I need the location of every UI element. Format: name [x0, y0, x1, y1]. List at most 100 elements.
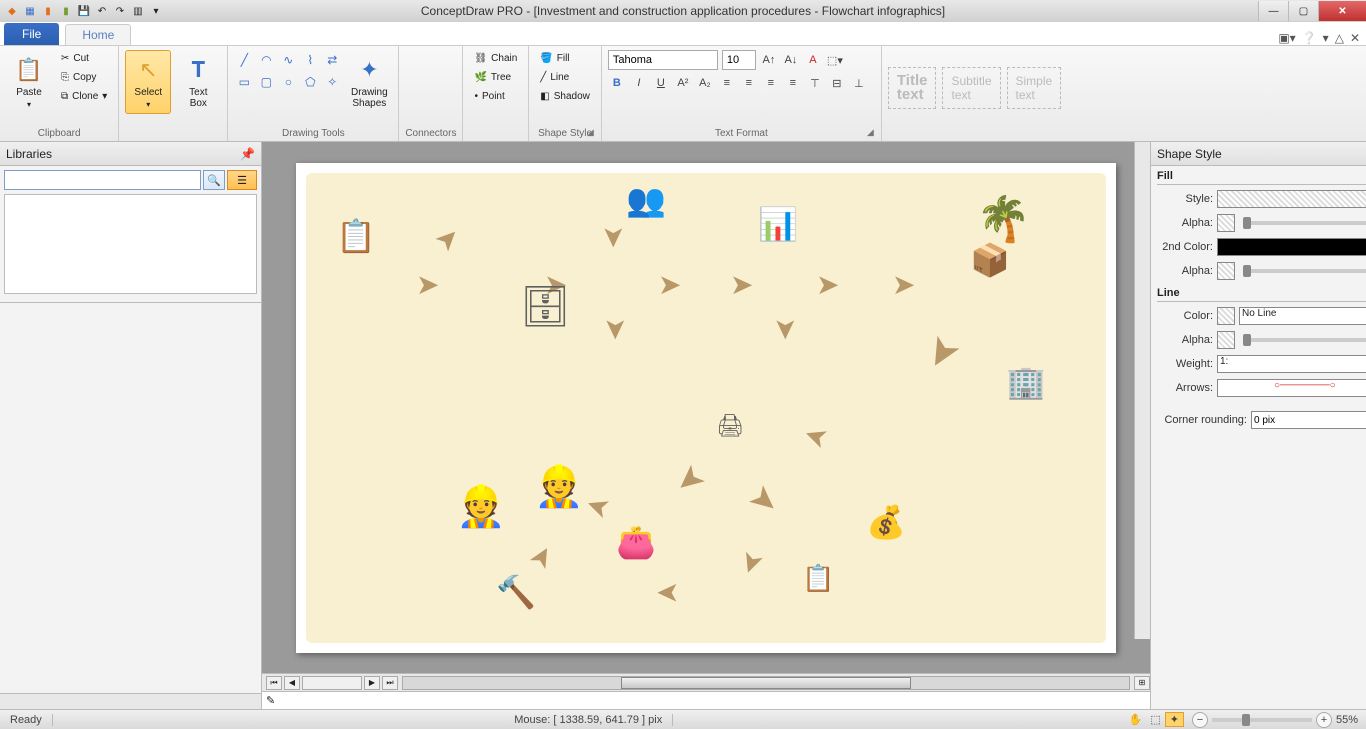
- alpha-swatch[interactable]: [1217, 262, 1235, 280]
- qat-save-icon[interactable]: 💾: [76, 3, 92, 19]
- tab-current[interactable]: [302, 676, 362, 690]
- line-color-dropdown[interactable]: No Line: [1239, 307, 1366, 325]
- drawing-shapes-button[interactable]: ✦ Drawing Shapes: [346, 50, 392, 114]
- title-preset[interactable]: Title text: [888, 67, 937, 109]
- italic-icon[interactable]: I: [630, 74, 648, 92]
- polygon-tool-icon[interactable]: ⬠: [300, 72, 320, 92]
- pin-icon[interactable]: 📌: [240, 147, 255, 161]
- corner-rounding-input[interactable]: [1251, 411, 1366, 429]
- simple-preset[interactable]: Simple text: [1007, 67, 1062, 109]
- child-close-icon[interactable]: ✕: [1350, 31, 1360, 45]
- align-left-icon[interactable]: ≡: [718, 74, 736, 92]
- valign-mid-icon[interactable]: ⊟: [828, 74, 846, 92]
- eyedropper-icon[interactable]: ✎: [266, 694, 275, 707]
- arc-tool-icon[interactable]: ◠: [256, 50, 276, 70]
- valign-bot-icon[interactable]: ⊥: [850, 74, 868, 92]
- textbox-button[interactable]: 𝐓 Text Box: [175, 50, 221, 114]
- tree-button[interactable]: 🌿Tree: [469, 69, 522, 86]
- superscript-icon[interactable]: A²: [674, 74, 692, 92]
- font-color-icon[interactable]: A: [804, 51, 822, 69]
- dialog-launcher-icon[interactable]: ◢: [587, 127, 599, 139]
- library-tree[interactable]: [4, 194, 257, 294]
- qat-icon[interactable]: ▥: [130, 3, 146, 19]
- font-size-input[interactable]: [722, 50, 756, 70]
- decrease-font-icon[interactable]: A↓: [782, 51, 800, 69]
- subscript-icon[interactable]: A₂: [696, 74, 714, 92]
- align-right-icon[interactable]: ≡: [762, 74, 780, 92]
- tab-last-button[interactable]: ⏭: [382, 676, 398, 690]
- align-center-icon[interactable]: ≡: [740, 74, 758, 92]
- cut-button[interactable]: ✂Cut: [56, 50, 112, 67]
- alpha2-slider[interactable]: [1243, 269, 1366, 273]
- alpha-slider[interactable]: [1243, 221, 1366, 225]
- qat-dropdown-icon[interactable]: ▾: [148, 3, 164, 19]
- arrows-dropdown[interactable]: ○───────○: [1217, 379, 1366, 397]
- library-view-toggle[interactable]: ☰: [227, 170, 257, 190]
- canvas-hscrollbar[interactable]: [402, 676, 1130, 690]
- zoom-out-button[interactable]: −: [1192, 712, 1208, 728]
- subtitle-preset[interactable]: Subtitle text: [942, 67, 1000, 109]
- weight-dropdown[interactable]: 1:: [1217, 355, 1366, 373]
- valign-top-icon[interactable]: ⊤: [806, 74, 824, 92]
- canvas-viewport[interactable]: ➤ ➤ ➤ ➤ ➤ ➤ ➤ ➤ ➤ ➤ ➤ ➤ ➤ ➤ ➤ ➤ ➤: [262, 142, 1150, 673]
- copy-button[interactable]: ⎘Copy: [56, 69, 112, 86]
- selection-tool-icon[interactable]: ⬚: [1146, 713, 1164, 726]
- snap-toggle[interactable]: ✦: [1165, 712, 1184, 727]
- point-button[interactable]: •Point: [469, 88, 522, 105]
- line-color-swatch[interactable]: [1217, 307, 1235, 325]
- dialog-launcher-icon[interactable]: ◢: [867, 127, 879, 139]
- search-button[interactable]: 🔍: [203, 170, 225, 190]
- clone-button[interactable]: ⧉Clone ▾: [56, 88, 112, 105]
- alpha-swatch[interactable]: [1217, 331, 1235, 349]
- file-menu[interactable]: File: [4, 23, 59, 45]
- line-button[interactable]: ╱Line: [535, 69, 595, 86]
- zoom-slider[interactable]: [1212, 718, 1312, 722]
- qat-icon[interactable]: ◆: [4, 3, 20, 19]
- bezier-tool-icon[interactable]: ⌇: [300, 50, 320, 70]
- underline-icon[interactable]: U: [652, 74, 670, 92]
- bold-icon[interactable]: B: [608, 74, 626, 92]
- highlight-icon[interactable]: ⬚▾: [826, 51, 844, 69]
- tab-next-button[interactable]: ▶: [364, 676, 380, 690]
- connector-tool-icon[interactable]: ⇄: [322, 50, 342, 70]
- close-button[interactable]: ✕: [1318, 1, 1366, 21]
- pan-tool-icon[interactable]: ✋: [1125, 713, 1147, 726]
- collapse-ribbon-icon[interactable]: △: [1335, 31, 1344, 45]
- shadow-button[interactable]: ◧Shadow: [535, 88, 595, 105]
- select-button[interactable]: ↖ Select ▾: [125, 50, 171, 114]
- font-name-input[interactable]: [608, 50, 718, 70]
- chain-button[interactable]: ⛓Chain: [469, 50, 522, 67]
- roundrect-tool-icon[interactable]: ▢: [256, 72, 276, 92]
- zoom-in-button[interactable]: +: [1316, 712, 1332, 728]
- increase-font-icon[interactable]: A↑: [760, 51, 778, 69]
- maximize-button[interactable]: ▢: [1288, 1, 1318, 21]
- split-button[interactable]: ⊞: [1134, 676, 1150, 690]
- line-tool-icon[interactable]: ╱: [234, 50, 254, 70]
- document-page[interactable]: ➤ ➤ ➤ ➤ ➤ ➤ ➤ ➤ ➤ ➤ ➤ ➤ ➤ ➤ ➤ ➤ ➤: [296, 163, 1116, 653]
- qat-icon[interactable]: ▦: [22, 3, 38, 19]
- qat-redo-icon[interactable]: ↷: [112, 3, 128, 19]
- help-icon[interactable]: ❔: [1302, 31, 1317, 45]
- fill-style-dropdown[interactable]: [1217, 190, 1366, 208]
- fill-button[interactable]: 🪣Fill: [535, 50, 595, 67]
- star-tool-icon[interactable]: ✧: [322, 72, 342, 92]
- paste-button[interactable]: 📋 Paste ▾: [6, 50, 52, 114]
- qat-undo-icon[interactable]: ↶: [94, 3, 110, 19]
- align-justify-icon[interactable]: ≡: [784, 74, 802, 92]
- tab-home[interactable]: Home: [65, 24, 131, 45]
- qat-icon[interactable]: ▮: [40, 3, 56, 19]
- alpha3-slider[interactable]: [1243, 338, 1366, 342]
- library-search-input[interactable]: [4, 170, 201, 190]
- options-icon[interactable]: ▾: [1323, 31, 1329, 45]
- ellipse-tool-icon[interactable]: ○: [278, 72, 298, 92]
- minimize-button[interactable]: —: [1258, 1, 1288, 21]
- rect-tool-icon[interactable]: ▭: [234, 72, 254, 92]
- left-scrollbar[interactable]: [0, 693, 261, 709]
- window-restore-icon[interactable]: ▣▾: [1278, 31, 1295, 45]
- tab-first-button[interactable]: ⏮: [266, 676, 282, 690]
- canvas-vscrollbar[interactable]: [1134, 142, 1150, 639]
- tab-prev-button[interactable]: ◀: [284, 676, 300, 690]
- qat-icon[interactable]: ▮: [58, 3, 74, 19]
- color2-dropdown[interactable]: [1217, 238, 1366, 256]
- curve-tool-icon[interactable]: ∿: [278, 50, 298, 70]
